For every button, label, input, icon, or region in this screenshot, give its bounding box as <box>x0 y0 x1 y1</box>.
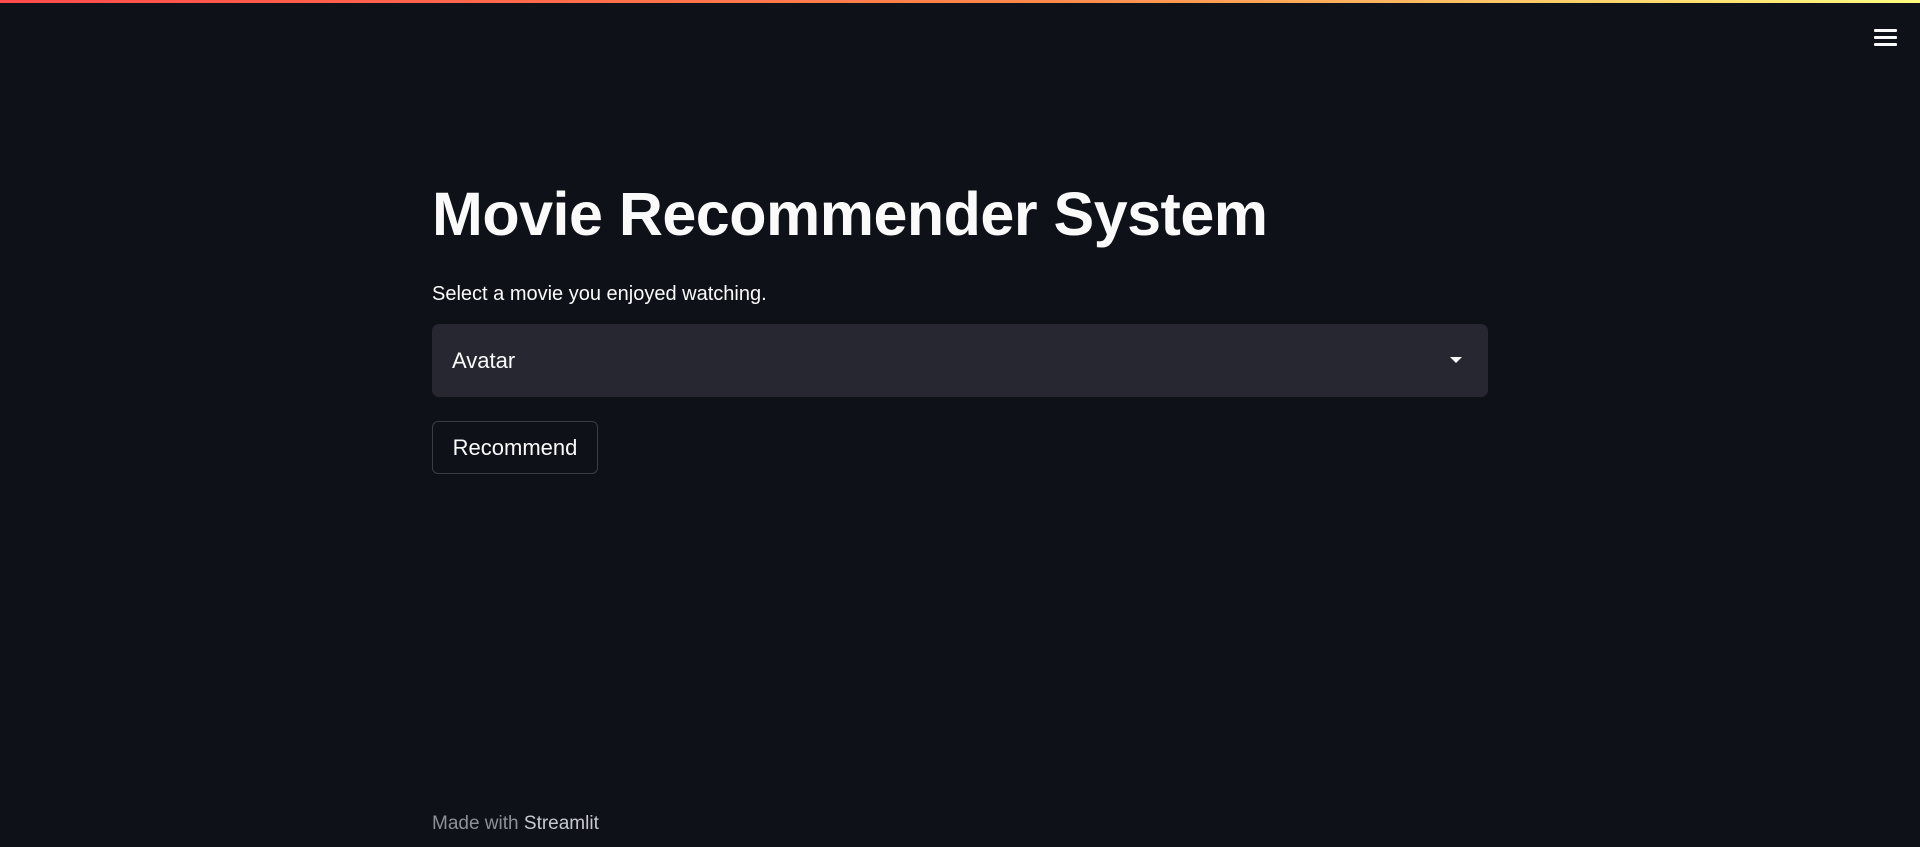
recommend-button[interactable]: Recommend <box>432 421 598 474</box>
movie-select-value: Avatar <box>452 348 516 373</box>
page-title: Movie Recommender System <box>432 180 1268 248</box>
top-decoration-bar <box>0 0 1920 3</box>
footer-prefix: Made with <box>432 813 519 834</box>
chevron-down-icon <box>1450 357 1462 363</box>
footer: Made with Streamlit <box>432 812 599 836</box>
hamburger-menu-icon <box>1873 28 1897 46</box>
streamlit-link[interactable]: Streamlit <box>524 813 599 834</box>
main-menu-button[interactable] <box>1868 22 1902 52</box>
movie-select-label: Select a movie you enjoyed watching. <box>432 283 767 305</box>
movie-select[interactable]: Avatar <box>432 324 1488 397</box>
